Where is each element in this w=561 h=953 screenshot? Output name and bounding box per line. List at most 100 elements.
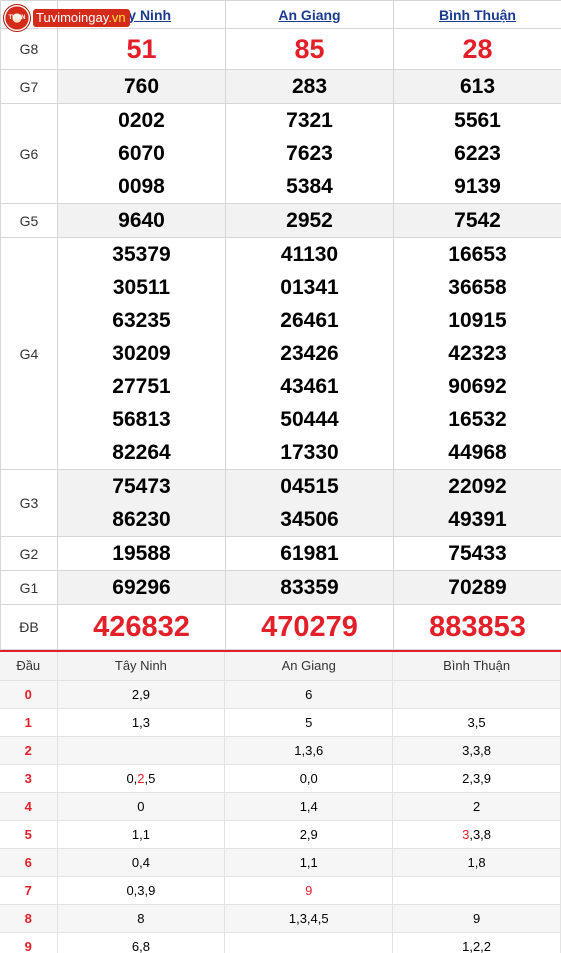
- prize-number: 04515: [280, 475, 339, 498]
- tail-digits-text: 0,0: [299, 770, 318, 786]
- prize-number: 30209: [112, 342, 171, 365]
- tail-digits-text: 1,3: [131, 714, 150, 730]
- tail-digits-text: 3,5: [467, 714, 486, 730]
- tail-digits-cell: 0,4: [57, 848, 226, 877]
- tail-digits-cell: 5: [224, 708, 394, 737]
- lottery-badge-icon: TVMN: [3, 3, 31, 32]
- tail-digits-text: 9: [472, 910, 481, 926]
- prize-number: 49391: [448, 508, 507, 531]
- prize-number-group: 22092 49391: [393, 469, 561, 537]
- prize-number: 283: [225, 69, 394, 104]
- lottery-results-table: TVMN Tuvimoingay.vn Tây Ninh An Giang Bì…: [0, 0, 561, 650]
- tail-digits-cell: [224, 932, 394, 953]
- tail-digits-text: 9: [305, 882, 313, 898]
- prize-number: 42323: [448, 342, 507, 365]
- tail-digits-text: 6: [305, 686, 313, 702]
- tail-digits-text: 2,3,9: [462, 770, 492, 786]
- tail-digits-cell: 2,3,9: [392, 764, 561, 793]
- prize-row-g3: G3 75473 86230 04515 34506 22092 49391: [0, 469, 561, 537]
- prize-number: 86230: [112, 508, 171, 531]
- prize-number: 19588: [57, 536, 226, 571]
- prize-row-g4: G4 35379 30511 63235 30209 27751 56813 8…: [0, 237, 561, 470]
- province-header-binh-thuan[interactable]: Bình Thuận: [393, 0, 561, 29]
- head-digit-row: 7 0,3,9 9: [0, 876, 561, 905]
- tail-digits-cell: 1,3: [57, 708, 226, 737]
- head-digit-row: 1 1,3 5 3,5: [0, 708, 561, 737]
- prize-number: 43461: [280, 375, 339, 398]
- site-logo[interactable]: TVMN Tuvimoingay.vn: [1, 1, 130, 34]
- tail-digits-cell: 9: [392, 904, 561, 933]
- prize-row-g2: G2 19588 61981 75433: [0, 536, 561, 571]
- head-digit-key: 8: [0, 904, 58, 933]
- tail-digits-text: 0,4: [131, 854, 150, 870]
- prize-number-group: 75473 86230: [57, 469, 226, 537]
- province-header-an-giang[interactable]: An Giang: [225, 0, 394, 29]
- head-digit-key: 6: [0, 848, 58, 877]
- prize-number: 36658: [448, 276, 507, 299]
- head-digit-key: 7: [0, 876, 58, 905]
- prize-number: 44968: [448, 441, 507, 464]
- tail-digits-text: 8: [137, 910, 145, 926]
- province-column-header: Tây Ninh: [57, 650, 226, 681]
- prize-number: 56813: [112, 408, 171, 431]
- prize-number: 2952: [225, 203, 394, 238]
- head-digit-key: 5: [0, 820, 58, 849]
- head-digit-row: 2 1,3,6 3,3,8: [0, 736, 561, 765]
- prize-label: G1: [0, 570, 58, 605]
- prize-number: 75473: [112, 475, 171, 498]
- tail-digits-cell: 0: [57, 792, 226, 821]
- prize-number: 90692: [448, 375, 507, 398]
- prize-number: 30511: [112, 276, 171, 299]
- tail-digits-cell: 8: [57, 904, 226, 933]
- province-column-header: An Giang: [224, 650, 394, 681]
- tail-digits-text: 0,3,9: [126, 882, 156, 898]
- prize-number-group: 0202 6070 0098: [57, 103, 226, 204]
- prize-number: 10915: [448, 309, 507, 332]
- prize-number: 63235: [112, 309, 171, 332]
- prize-number: 6070: [118, 142, 165, 165]
- prize-number: 34506: [280, 508, 339, 531]
- prize-row-special: ĐB 426832 470279 883853: [0, 604, 561, 650]
- tail-digits-cell: 2,9: [224, 820, 394, 849]
- tail-digits-cell: 3,3,8: [392, 820, 561, 849]
- prize-number: 7542: [393, 203, 561, 238]
- tail-digits-cell: 6: [224, 680, 394, 709]
- prize-label: G7: [0, 69, 58, 104]
- prize-number: 5561: [454, 109, 501, 132]
- province-link[interactable]: Bình Thuận: [439, 7, 516, 23]
- prize-number: 22092: [448, 475, 507, 498]
- prize-number-group: 7321 7623 5384: [225, 103, 394, 204]
- prize-number: 760: [57, 69, 226, 104]
- tail-digits-cell: 0,0: [224, 764, 394, 793]
- tail-digits-text: 1,2,2: [462, 938, 492, 953]
- tail-digits-cell: 3,3,8: [392, 736, 561, 765]
- prize-number: 82264: [112, 441, 171, 464]
- head-digit-header-row: Đầu Tây Ninh An Giang Bình Thuận: [0, 650, 561, 681]
- prize-number: 27751: [112, 375, 171, 398]
- prize-number: 41130: [280, 243, 339, 266]
- prize-number: 51: [57, 28, 226, 70]
- tail-digits-text: 1,8: [467, 854, 486, 870]
- prize-number: 26461: [280, 309, 339, 332]
- prize-number: 85: [225, 28, 394, 70]
- prize-number: 17330: [280, 441, 339, 464]
- prize-number: 83359: [225, 570, 394, 605]
- tail-digits-text: 1,4: [299, 798, 318, 814]
- head-digit-key: 3: [0, 764, 58, 793]
- special-prize-number: 470279: [225, 604, 394, 650]
- prize-label: ĐB: [0, 604, 58, 650]
- tail-digits-text: 2,9: [131, 686, 150, 702]
- prize-number: 613: [393, 69, 561, 104]
- prize-label: G4: [0, 237, 58, 470]
- prize-number: 16653: [448, 243, 507, 266]
- head-digit-row: 4 0 1,4 2: [0, 792, 561, 821]
- tail-digits-text: 0: [137, 798, 145, 814]
- tail-digits-cell: 1,8: [392, 848, 561, 877]
- tail-digits-text: ,5: [144, 770, 156, 786]
- prize-number: 69296: [57, 570, 226, 605]
- tail-digits-cell: [57, 736, 226, 765]
- tail-digits-text: 1,1: [131, 826, 150, 842]
- prize-label: G2: [0, 536, 58, 571]
- site-name: Tuvimoingay.vn: [33, 8, 130, 27]
- province-link[interactable]: An Giang: [278, 7, 340, 23]
